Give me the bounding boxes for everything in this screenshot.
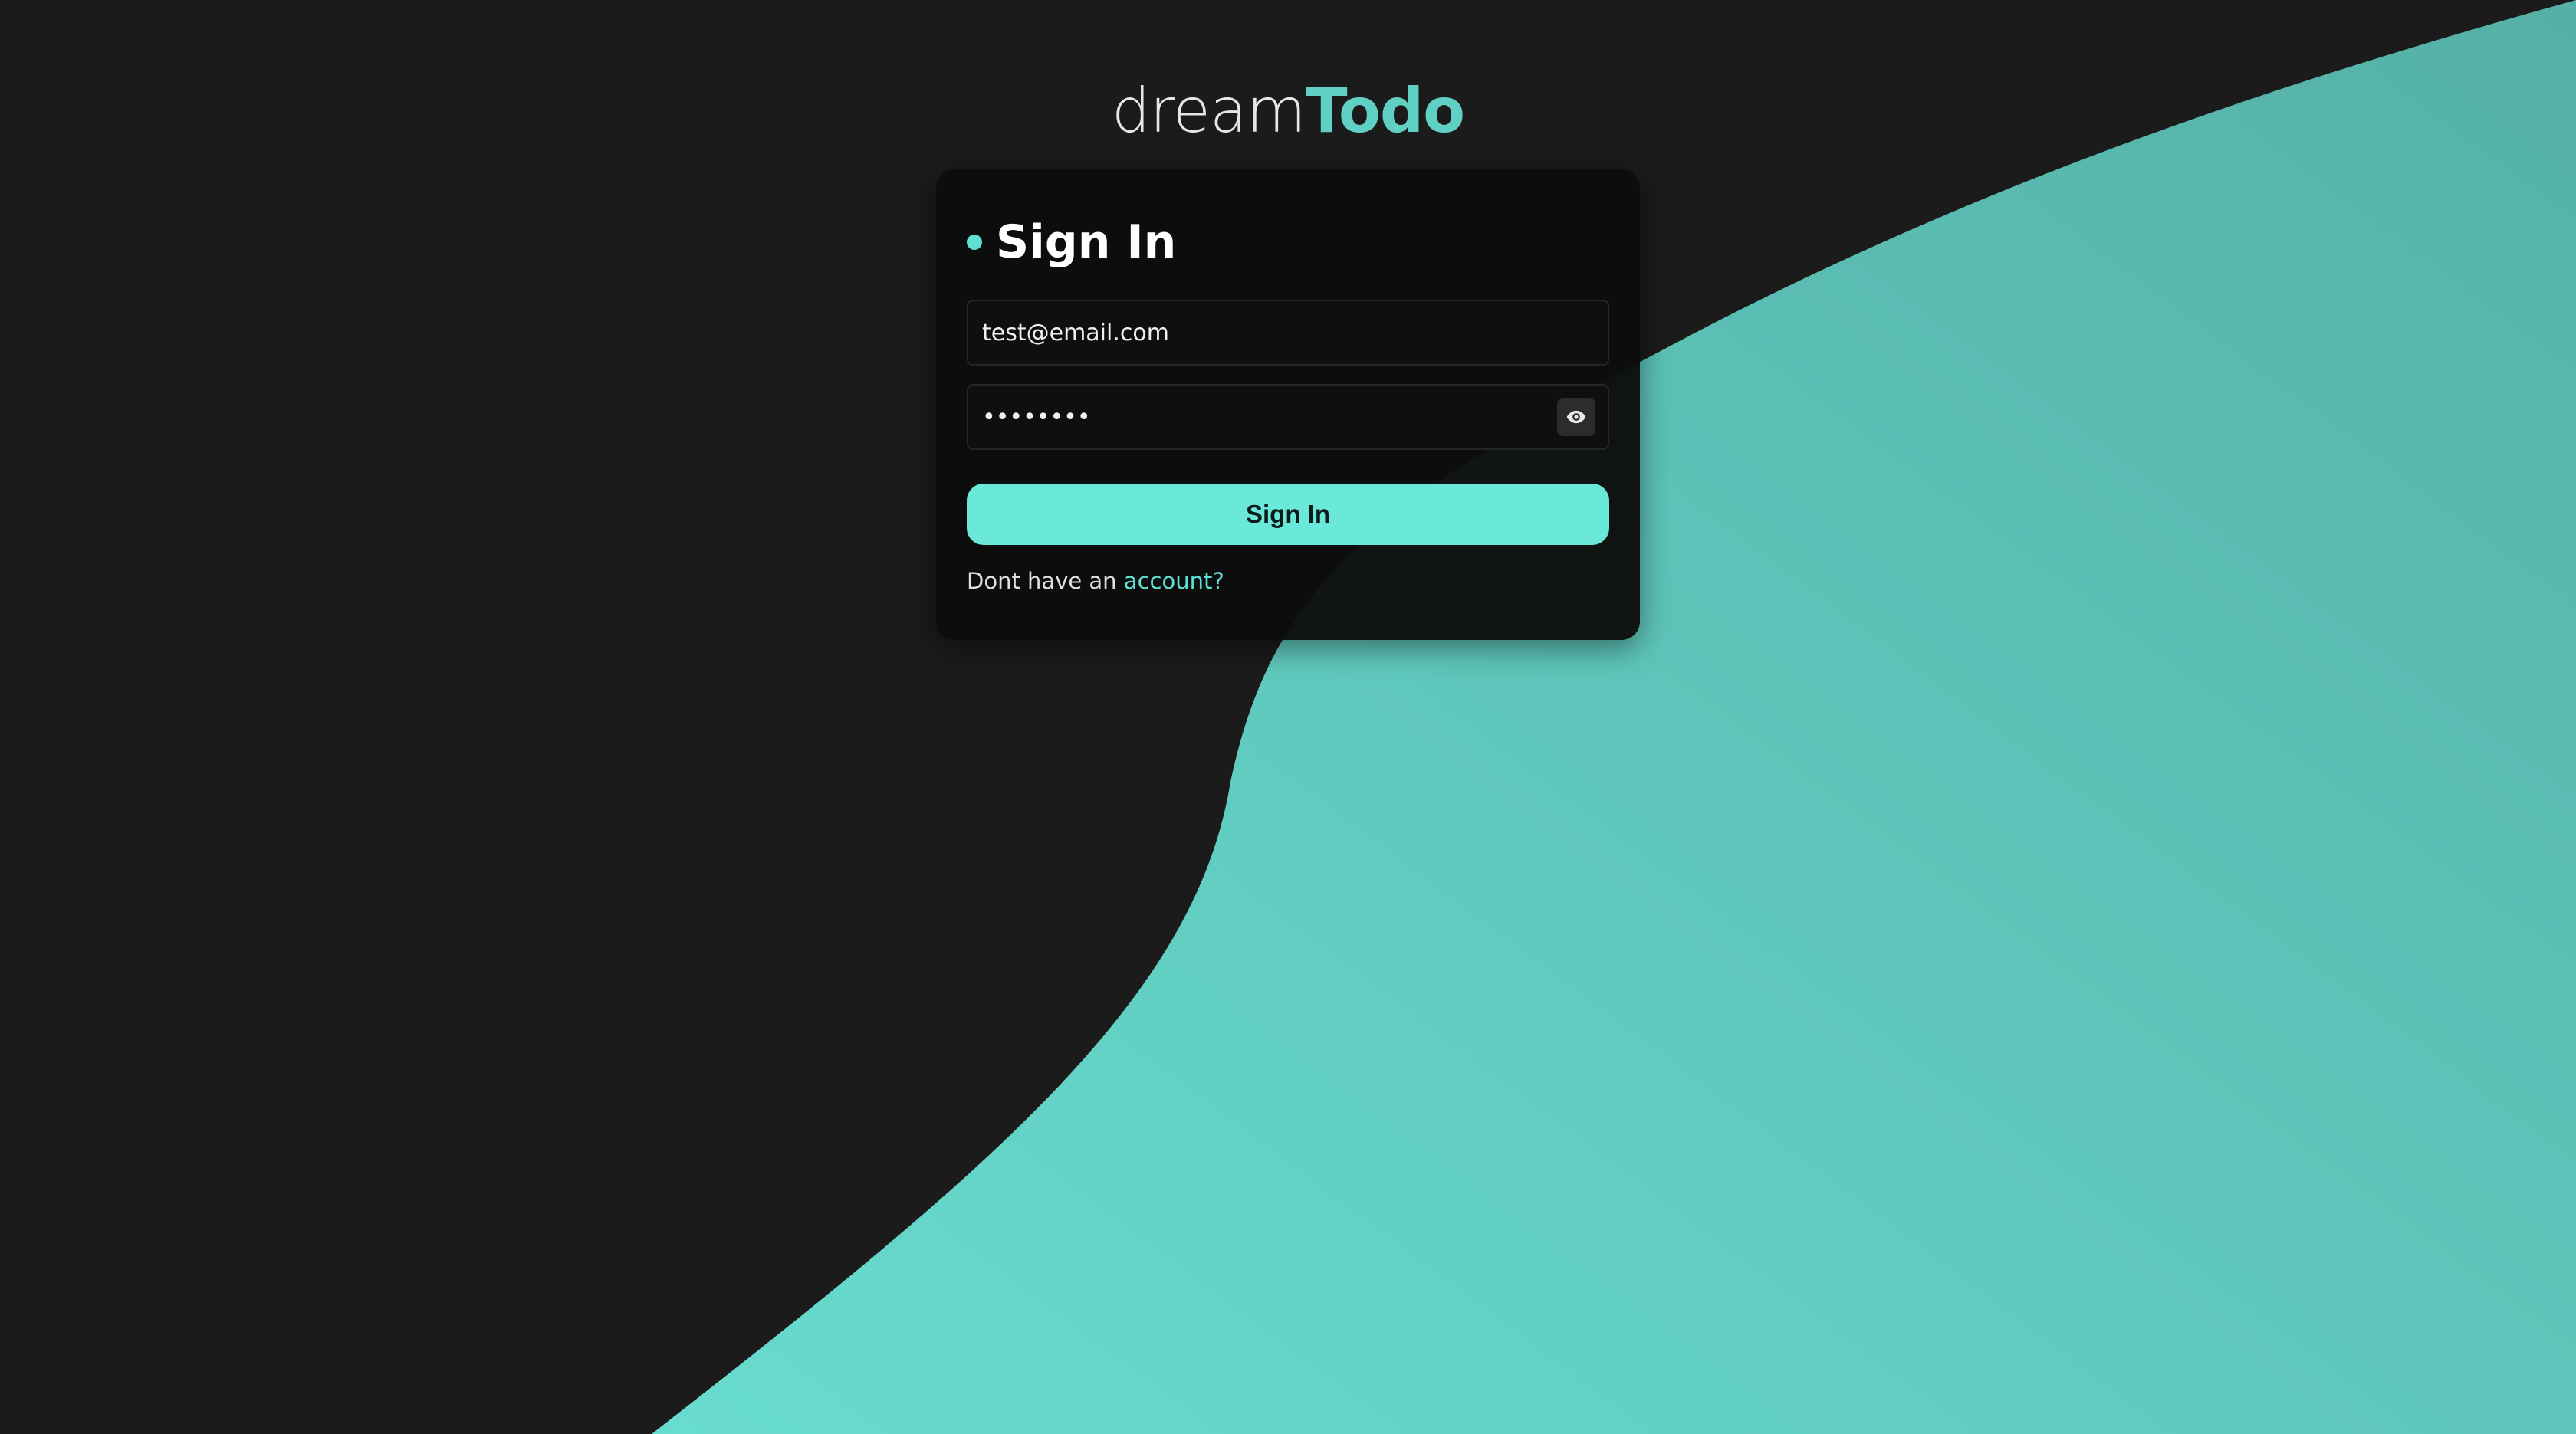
password-field[interactable]: •••••••• — [967, 384, 1609, 450]
signup-prompt-text: Dont have an — [967, 568, 1124, 594]
email-value: test@email.com — [982, 319, 1169, 346]
app-logo: dreamTodo — [0, 73, 2576, 149]
password-value: •••••••• — [982, 403, 1091, 431]
show-password-button[interactable] — [1557, 398, 1595, 436]
signup-link[interactable]: account? — [1124, 568, 1224, 594]
email-field[interactable]: test@email.com — [967, 300, 1609, 366]
card-title: Sign In — [967, 215, 1176, 269]
logo-text-bold: Todo — [1305, 75, 1465, 146]
signin-title: Sign In — [996, 215, 1177, 269]
dot-icon — [967, 235, 982, 250]
signup-prompt: Dont have an account? — [967, 568, 1224, 594]
signin-card: Sign In test@email.com •••••••• Sign In … — [936, 169, 1640, 640]
logo-text-light: dream — [1111, 75, 1306, 146]
signin-button[interactable]: Sign In — [967, 484, 1609, 545]
eye-icon — [1566, 410, 1586, 424]
